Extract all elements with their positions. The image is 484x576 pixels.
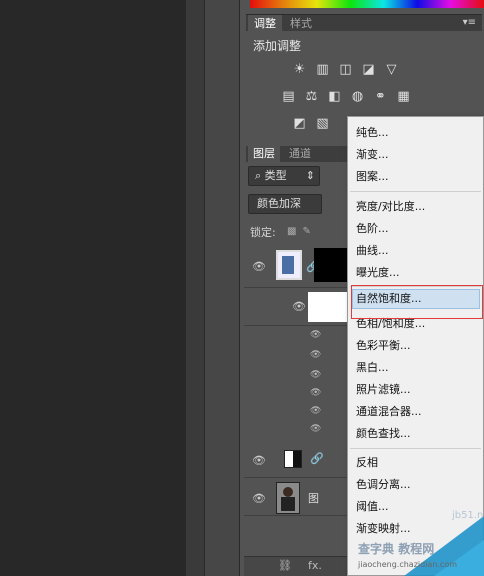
adjustment-icon-row-1: ☀ ▥ ◫ ◪ ▽ (290, 60, 401, 78)
watermark-url: jiaocheng.chazidian.com (358, 560, 458, 569)
lock-icons: ▩ ✎ (287, 226, 311, 237)
watermark-site: jb51.net (452, 510, 484, 521)
search-icon: ⌕ (255, 169, 262, 182)
menu-item-posterize[interactable]: 色调分离... (356, 476, 411, 494)
menu-item-photo-filter[interactable]: 照片滤镜... (356, 381, 411, 399)
menu-item-brightness-contrast[interactable]: 亮度/对比度... (356, 198, 425, 216)
adjustment-icon-row-2: ▤ ⚖ ◧ ◍ ⚭ ▦ (279, 87, 413, 105)
exposure-icon[interactable]: ◪ (359, 60, 378, 78)
eye-icon[interactable]: 👁 (310, 330, 321, 340)
adjustment-context-menu: 纯色... 渐变... 图案... 亮度/对比度... 色阶... 曲线... … (347, 116, 484, 576)
posterize-icon[interactable]: ▧ (313, 114, 332, 132)
add-adjustment-heading: 添加调整 (253, 39, 302, 53)
menu-item-curves[interactable]: 曲线... (356, 242, 389, 260)
eye-icon[interactable]: 👁 (252, 260, 266, 273)
color-balance-icon[interactable]: ⚖ (302, 87, 321, 105)
canvas-scrollbar[interactable] (186, 0, 204, 576)
menu-item-color-lookup[interactable]: 颜色查找... (356, 425, 411, 443)
layer-mask-thumbnail[interactable] (314, 248, 350, 282)
link-icon: 🔗 (310, 452, 324, 465)
hue-saturation-icon[interactable]: ▤ (279, 87, 298, 105)
menu-item-pattern[interactable]: 图案... (356, 168, 389, 186)
collapsed-panel-strip (204, 0, 240, 576)
levels-icon[interactable]: ▥ (313, 60, 332, 78)
layer-name: 图 (308, 492, 319, 505)
menu-item-invert[interactable]: 反相 (356, 454, 378, 472)
layer-thumbnail[interactable] (276, 482, 300, 514)
layer-filter-select[interactable]: ⌕ 类型 ⇕ (248, 166, 320, 186)
curves-icon[interactable]: ◫ (336, 60, 355, 78)
lock-label: 锁定: (250, 226, 276, 239)
layer-thumbnail[interactable] (276, 250, 302, 280)
panel-menu-icon[interactable]: ▾≡ (463, 17, 476, 28)
link-layers-icon[interactable]: ⛓ (278, 559, 292, 572)
eye-icon[interactable]: 👁 (310, 424, 321, 434)
menu-separator (350, 191, 481, 192)
menu-item-gradient[interactable]: 渐变... (356, 146, 389, 164)
black-white-icon[interactable]: ◧ (325, 87, 344, 105)
menu-item-levels[interactable]: 色阶... (356, 220, 389, 238)
invert-icon[interactable]: ◩ (290, 114, 309, 132)
chevron-updown-icon: ⇕ (305, 169, 315, 182)
lock-paint-icon[interactable]: ✎ (302, 226, 310, 237)
adjustment-layer-icon[interactable] (284, 450, 302, 468)
layer-thumbnail[interactable] (308, 292, 350, 322)
watermark-shape (434, 540, 484, 576)
layer-row[interactable]: 👁 (244, 288, 350, 326)
brightness-icon[interactable]: ☀ (290, 60, 309, 78)
photo-filter-icon[interactable]: ◍ (348, 87, 367, 105)
menu-item-black-white[interactable]: 黑白... (356, 359, 389, 377)
menu-item-solid-color[interactable]: 纯色... (356, 124, 389, 142)
eye-icon[interactable]: 👁 (252, 492, 266, 505)
eye-icon[interactable]: 👁 (310, 406, 321, 416)
tab-channels[interactable]: 通道 (284, 146, 316, 162)
document-canvas[interactable] (0, 0, 186, 576)
lock-transparent-icon[interactable]: ▩ (287, 226, 296, 237)
adjustments-tabbar: 调整 样式 ▾≡ (246, 14, 482, 32)
color-lookup-icon[interactable]: ▦ (394, 87, 413, 105)
menu-separator (350, 448, 481, 449)
eye-icon[interactable]: 👁 (310, 388, 321, 398)
eye-icon[interactable]: 👁 (252, 454, 266, 467)
menu-item-channel-mixer[interactable]: 通道混合器... (356, 403, 422, 421)
tab-styles[interactable]: 样式 (284, 15, 318, 32)
adjustment-icon-row-3: ◩ ▧ (290, 114, 332, 132)
menu-item-color-balance[interactable]: 色彩平衡... (356, 337, 411, 355)
blend-mode-select[interactable]: 颜色加深 (248, 194, 322, 214)
vibrance-icon[interactable]: ▽ (382, 60, 401, 78)
watermark-name: 查字典 教程网 (358, 542, 435, 556)
layer-row[interactable]: 👁 图 (244, 480, 350, 516)
layer-row[interactable]: 👁 🔗 (244, 444, 350, 478)
tab-adjustments[interactable]: 调整 (248, 15, 282, 32)
watermark: jb51.net 查字典 教程网 jiaocheng.chazidian.com (350, 510, 484, 576)
fx-button[interactable]: fx. (308, 559, 322, 572)
eye-icon[interactable]: 👁 (292, 300, 306, 313)
menu-item-exposure[interactable]: 曝光度... (356, 264, 400, 282)
annotation-highlight-box (351, 285, 483, 319)
eye-icon[interactable]: 👁 (310, 350, 321, 360)
channel-mixer-icon[interactable]: ⚭ (371, 87, 390, 105)
layer-row[interactable]: 👁 🔗 (244, 244, 350, 288)
tab-layers[interactable]: 图层 (248, 146, 280, 162)
color-spectrum-strip[interactable] (250, 0, 484, 8)
eye-icon[interactable]: 👁 (310, 370, 321, 380)
filter-label: 类型 (264, 169, 287, 182)
